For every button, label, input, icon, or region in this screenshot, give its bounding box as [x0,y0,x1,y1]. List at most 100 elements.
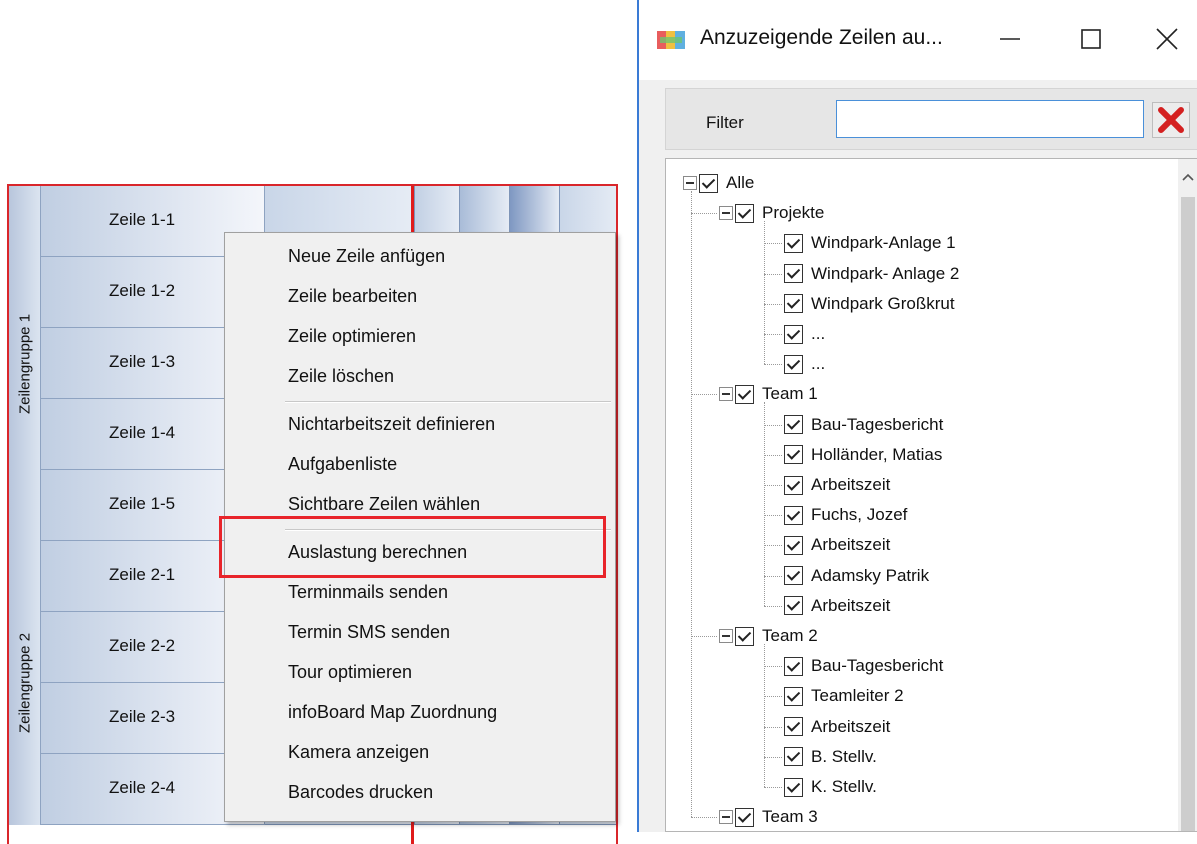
filter-label: Filter [706,113,744,132]
menu-item[interactable]: Terminmails senden [288,582,448,603]
checkbox-checked[interactable] [735,807,754,827]
tree-connector [764,424,782,426]
row-label: Zeile 1-5 [109,494,176,513]
app-logo-icon [657,31,685,49]
tree-node-label: Arbeitszeit [811,595,891,615]
tree-connector [691,191,692,818]
tree-node-label: ... [811,354,826,374]
tree-node-leaf: Teamleiter 2 [784,682,904,710]
menu-item[interactable]: Kamera anzeigen [288,742,429,763]
tree-node-label: Alle [726,173,755,192]
checkbox-checked[interactable] [735,203,754,223]
menu-item[interactable]: infoBoard Map Zuordnung [288,702,497,723]
checkbox-checked[interactable] [735,626,754,646]
row-label: Zeile 1-4 [109,423,176,442]
checkbox-checked[interactable] [784,566,803,586]
minimize-button[interactable] [988,22,1032,56]
menu-item[interactable]: Nichtarbeitszeit definieren [288,414,495,435]
row-label: Zeile 2-3 [109,707,176,726]
maximize-icon [1081,29,1101,49]
tree-connector [764,485,782,486]
tree-connector [764,273,782,275]
red-x-clear-icon[interactable] [1152,102,1190,138]
tree-node-label: Adamsky Patrik [811,565,930,585]
tree-connector [764,696,782,698]
close-button[interactable] [1145,22,1189,56]
checkbox-checked[interactable] [784,233,803,253]
row-tree: Alle Projekte Windpark-Anlage 1 Windpark- A… [665,158,1197,832]
checkbox-checked[interactable] [784,686,803,706]
checkbox-checked[interactable] [784,777,803,797]
maximize-button[interactable] [1069,22,1113,56]
tree-node-leaf: Bau-Tagesbericht [784,411,943,439]
menu-item[interactable]: Neue Zeile anfügen [288,246,445,267]
checkbox-checked[interactable] [784,475,803,495]
collapse-toggle-icon[interactable] [719,810,733,825]
menu-item[interactable]: Zeile optimieren [288,326,416,347]
menu-item[interactable]: Barcodes drucken [288,782,433,803]
menu-item[interactable]: Zeile löschen [288,366,394,387]
checkbox-checked[interactable] [784,354,803,374]
tree-node-leaf: ... [784,320,825,348]
tree-connector [764,454,782,456]
checkbox-checked[interactable] [784,264,803,284]
collapse-toggle-icon[interactable] [719,387,733,402]
row-label: Zeile 1-2 [109,281,176,300]
checkbox-checked[interactable] [784,445,803,465]
row-group-header: Zeilengruppe 2 [9,541,41,825]
tree-node-label: Bau-Tagesbericht [811,414,944,434]
scrollbar-thumb[interactable] [1181,197,1195,831]
menu-item[interactable]: Zeile bearbeiten [288,286,417,307]
tree-scrollbar[interactable] [1178,159,1197,831]
tree-node-label: Team 1 [762,384,818,404]
checkbox-checked[interactable] [784,324,803,344]
checkbox-checked[interactable] [784,717,803,737]
collapse-toggle-icon[interactable] [719,629,733,643]
collapse-toggle-icon[interactable] [719,206,733,221]
dialog-titlebar: Anzuzeigende Zeilen au... [639,0,1197,80]
checkbox-checked[interactable] [784,535,803,555]
row-label: Zeile 2-1 [109,565,176,584]
tree-node-leaf: ... [784,350,825,378]
tree-node-leaf: Windpark Großkrut [784,290,955,318]
checkbox-checked[interactable] [784,294,803,314]
tree-connector [764,756,782,758]
menu-item[interactable]: Tour optimieren [288,662,412,683]
checkbox-checked[interactable] [784,747,803,767]
filter-input[interactable] [836,100,1144,138]
scroll-up-arrow-icon[interactable] [1182,173,1194,181]
tree-connector [764,364,782,366]
tree-connector [764,334,782,335]
collapse-toggle-icon[interactable] [683,176,697,190]
tree-node-label: Holländer, Matias [811,444,943,464]
row-group-label: Zeilengruppe 1 [16,313,33,414]
row-label: Zeile 2-4 [109,778,176,797]
tree-node-root: Alle [683,169,754,197]
row-label: Zeile 2-2 [109,636,176,655]
checkbox-checked[interactable] [784,656,803,676]
row-group-header: Zeilengruppe 1 [9,186,41,541]
dialog-title: Anzuzeigende Zeilen au... [700,26,943,49]
tree-node-leaf: Arbeitszeit [784,471,890,499]
menu-item[interactable]: Aufgabenliste [288,454,397,475]
menu-item[interactable]: Termin SMS senden [288,622,450,643]
tree-node-group: Team 2 [719,622,818,650]
tree-connector [764,605,782,607]
tree-node-leaf: B. Stellv. [784,743,877,771]
tree-node-leaf: Adamsky Patrik [784,562,929,590]
menu-item[interactable]: Sichtbare Zeilen wählen [288,494,480,515]
checkbox-checked[interactable] [699,173,718,193]
tree-node-label: Arbeitszeit [811,716,891,736]
tree-node-label: Arbeitszeit [811,535,891,555]
tree-node-group: Team 1 [719,380,818,408]
checkbox-checked[interactable] [784,415,803,435]
checkbox-checked[interactable] [735,384,754,404]
row-group-label: Zeilengruppe 2 [16,632,33,734]
tree-node-group: Team 3 [719,803,818,831]
tree-connector [764,402,765,606]
tree-node-label: Windpark Großkrut [811,293,955,313]
checkbox-checked[interactable] [784,596,803,616]
checkbox-checked[interactable] [784,505,803,525]
tree-connector [764,243,782,245]
tree-node-label: Windpark- Anlage 2 [811,263,960,283]
